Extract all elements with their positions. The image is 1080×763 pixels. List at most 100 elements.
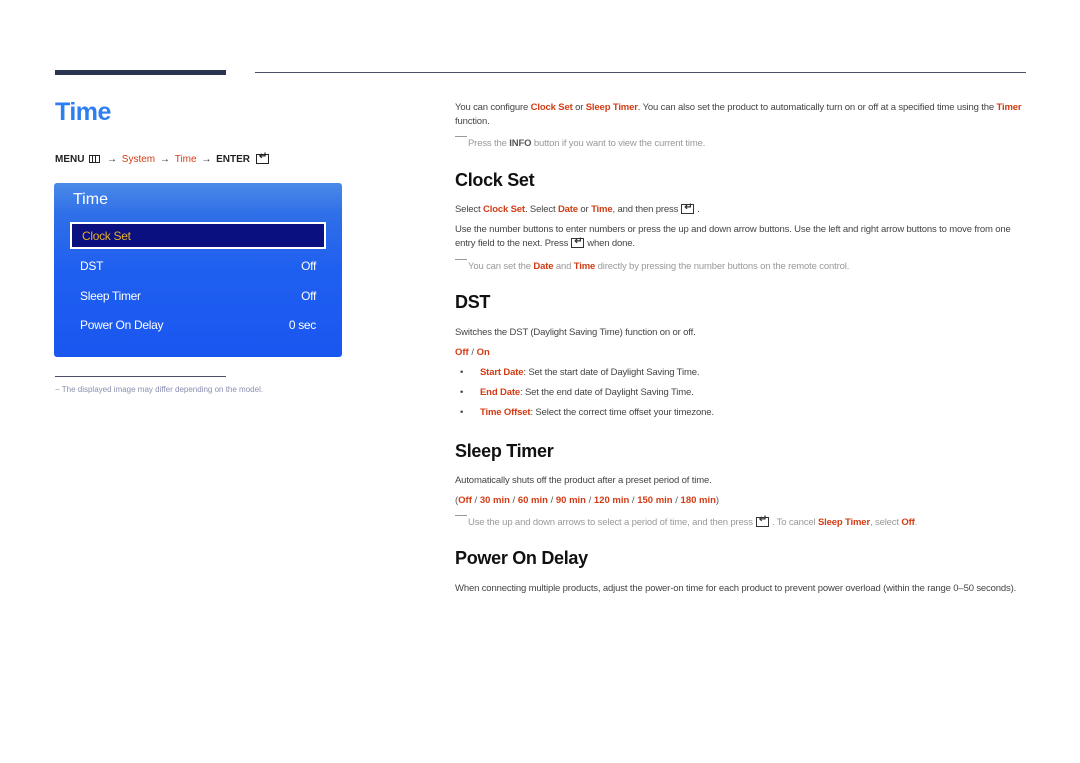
dst-bullet-start-date: • Start Date: Set the start date of Dayli… — [460, 367, 699, 378]
enter-icon — [571, 235, 585, 249]
text: and — [553, 261, 574, 272]
text: Press the — [468, 138, 510, 149]
text: Use the number buttons to enter numbers … — [455, 224, 1011, 249]
header-rule-thick — [55, 70, 226, 75]
sleep-timer-options: (Off / 30 min / 60 min / 90 min / 120 mi… — [455, 495, 719, 506]
text: or — [577, 204, 592, 215]
bullet-dot: • — [460, 407, 464, 418]
enter-icon — [255, 151, 269, 164]
menu-path: MENU → System → Time → ENTER — [55, 151, 269, 165]
text: You can configure — [455, 102, 531, 113]
osd-item-label: Sleep Timer — [80, 288, 141, 303]
osd-item-value: Off — [301, 288, 316, 303]
date-term: Date — [557, 204, 578, 215]
header-rule-thin — [255, 72, 1026, 73]
dst-options: Off / On — [455, 347, 490, 358]
text: function. — [455, 116, 490, 127]
text: , and then press — [612, 204, 679, 215]
menu-icon — [89, 155, 101, 163]
bullet-dot: • — [460, 387, 464, 398]
info-term: INFO — [509, 138, 532, 149]
option: 180 min — [680, 495, 716, 506]
osd-time-menu: Time Clock Set DST Off Sleep Timer Off P… — [54, 183, 342, 357]
osd-item-power-on-delay[interactable]: Power On Delay 0 sec — [70, 311, 326, 338]
option: 60 min — [517, 495, 548, 506]
osd-item-label: DST — [80, 258, 104, 273]
text: . You can also set the product to automa… — [637, 102, 997, 113]
text: . Select — [524, 204, 558, 215]
option: 150 min — [637, 495, 673, 506]
option: 120 min — [593, 495, 630, 506]
osd-item-dst[interactable]: DST Off — [70, 252, 326, 279]
option: 30 min — [479, 495, 510, 506]
option: 90 min — [555, 495, 586, 506]
footnote-rule — [55, 376, 226, 377]
separator: / — [509, 495, 518, 506]
off-term: Off — [901, 517, 915, 528]
menu-path-system: System — [121, 154, 156, 165]
text: when done. — [587, 238, 635, 249]
option-on: On — [476, 347, 490, 358]
separator: / — [585, 495, 594, 506]
text: Select — [455, 204, 483, 215]
bullet-text: : Select the correct time offset your ti… — [530, 407, 714, 418]
arrow: → — [159, 154, 170, 165]
arrow: → — [107, 154, 118, 165]
timer-term: Timer — [996, 102, 1022, 113]
text: . — [914, 517, 918, 528]
clock-set-note: You can set the Date and Time directly b… — [455, 259, 1025, 272]
bullet-term: End Date — [480, 387, 520, 398]
bullet-text: : Set the end date of Daylight Saving Ti… — [519, 387, 694, 398]
dst-bullet-time-offset: • Time Offset: Select the correct time of… — [460, 407, 714, 418]
sleep-timer-heading: Sleep Timer — [455, 441, 554, 461]
text: You can set the — [468, 261, 534, 272]
note-dash — [455, 136, 467, 137]
power-on-delay-heading: Power On Delay — [455, 548, 588, 568]
separator: / — [468, 347, 477, 358]
bullet-term: Time Offset — [480, 407, 531, 418]
enter-label: ENTER — [216, 154, 251, 165]
clock-set-term: Clock Set — [483, 204, 525, 215]
page-title: Time — [55, 98, 111, 126]
bullet-text: : Set the start date of Daylight Saving … — [523, 367, 700, 378]
text: , select — [870, 517, 902, 528]
separator: / — [471, 495, 480, 506]
text: or — [572, 102, 586, 113]
time-term: Time — [591, 204, 613, 215]
separator: / — [672, 495, 681, 506]
dst-description: Switches the DST (Daylight Saving Time) … — [455, 327, 696, 338]
arrow: → — [201, 154, 212, 165]
sleep-timer-term: Sleep Timer — [817, 517, 870, 528]
sleep-timer-term: Sleep Timer — [585, 102, 638, 113]
text: button if you want to view the current t… — [531, 138, 706, 149]
osd-item-sleep-timer[interactable]: Sleep Timer Off — [70, 282, 326, 309]
power-on-delay-description: When connecting multiple products, adjus… — [455, 583, 1017, 594]
osd-item-label: Clock Set — [82, 228, 131, 243]
paren: ) — [715, 495, 720, 506]
menu-label: MENU — [55, 154, 85, 165]
text: . To cancel — [771, 517, 818, 528]
clock-set-p2: Use the number buttons to enter numbers … — [455, 223, 1025, 251]
bullet-term: Start Date — [480, 367, 524, 378]
bullet-dot: • — [460, 367, 464, 378]
note-dash — [455, 515, 467, 516]
dst-heading: DST — [455, 292, 491, 312]
footnote: − The displayed image may differ dependi… — [55, 385, 264, 394]
enter-icon — [681, 201, 695, 215]
note-dash — [455, 259, 467, 260]
option-off: Off — [455, 347, 469, 358]
dst-bullet-end-date: • End Date: Set the end date of Daylight … — [460, 387, 694, 398]
date-term: Date — [533, 261, 554, 272]
option: Off — [458, 495, 472, 506]
text: directly by pressing the number buttons … — [595, 261, 850, 272]
osd-item-value: Off — [301, 258, 316, 273]
osd-item-clock-set[interactable]: Clock Set — [70, 222, 326, 249]
text: . — [697, 204, 700, 215]
clock-set-heading: Clock Set — [455, 170, 535, 190]
separator: / — [547, 495, 556, 506]
intro-note: Press the INFO button if you want to vie… — [455, 136, 1025, 149]
clock-set-term: Clock Set — [530, 102, 573, 113]
sleep-timer-description: Automatically shuts off the product afte… — [455, 475, 712, 486]
osd-title: Time — [73, 191, 108, 208]
menu-path-time: Time — [174, 154, 197, 165]
